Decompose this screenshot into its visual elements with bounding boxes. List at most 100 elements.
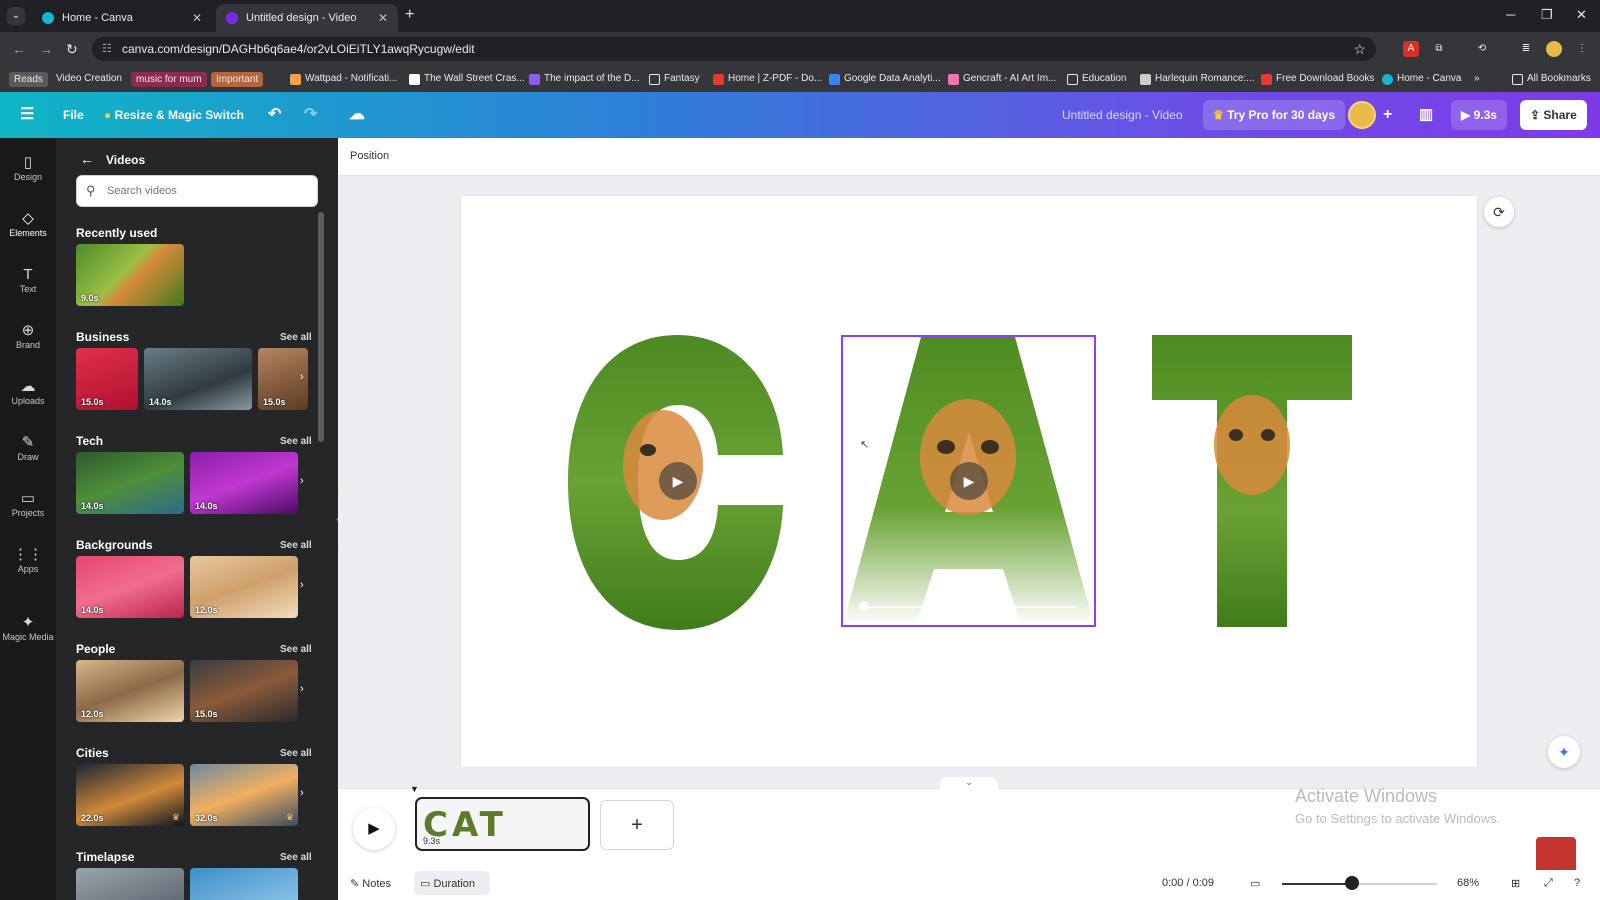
back-arrow-icon[interactable]: ←	[80, 151, 94, 167]
new-tab-plus-icon[interactable]: +	[405, 6, 414, 24]
regenerate-refresh-icon[interactable]: ⟳	[1484, 197, 1514, 227]
video-thumb[interactable]: 14.0s	[76, 556, 184, 618]
rail-item-projects[interactable]: ▭ Projects	[0, 484, 56, 532]
close-tab-icon[interactable]: ✕	[192, 11, 202, 25]
rail-item-design[interactable]: ▯ Design	[0, 148, 56, 196]
back-arrow-icon[interactable]: ←	[12, 41, 26, 57]
see-all-business[interactable]: See all	[280, 332, 312, 343]
video-thumb[interactable]: 15.0s	[76, 348, 138, 410]
close-window-icon[interactable]: ✕	[1576, 7, 1587, 23]
bookmark-wall-street[interactable]: The Wall Street Cras...	[409, 71, 525, 87]
see-all-cities[interactable]: See all	[280, 748, 312, 759]
bookmark-music-for-mum[interactable]: music for mum	[131, 71, 207, 87]
rail-item-brand[interactable]: ⊕ Brand	[0, 316, 56, 364]
bookmark-impact[interactable]: The impact of the D...	[529, 71, 640, 87]
bookmark-gencraft[interactable]: Gencraft - AI Art Im...	[948, 71, 1056, 87]
bookmark-video-creation[interactable]: Video Creation	[56, 71, 122, 87]
design-title[interactable]: Untitled design - Video	[1062, 92, 1183, 138]
history-icon[interactable]: ⟲	[1474, 41, 1490, 57]
video-thumb-cat[interactable]: 9.0s	[76, 244, 184, 306]
resize-magic-switch-button[interactable]: ● Resize & Magic Switch	[104, 92, 244, 138]
close-tab-icon[interactable]: ✕	[378, 11, 388, 25]
bookmark-education[interactable]: Education	[1067, 71, 1126, 87]
bookmark-important[interactable]: Important	[211, 71, 264, 87]
reload-icon[interactable]: ↻	[66, 41, 78, 58]
video-thumb[interactable]: 14.0s	[76, 452, 184, 514]
video-thumb[interactable]: 14.0s	[144, 348, 252, 410]
media-controls-icon[interactable]: ≣	[1518, 41, 1534, 57]
zoom-level[interactable]: 68%	[1457, 877, 1479, 889]
play-video-icon[interactable]: ▶	[950, 462, 988, 500]
see-all-tech[interactable]: See all	[280, 436, 312, 447]
bookmark-free-books[interactable]: Free Download Books	[1261, 71, 1374, 87]
insights-chart-icon[interactable]: ▥	[1419, 92, 1433, 138]
add-collaborator-icon[interactable]: +	[1383, 92, 1392, 138]
chevron-right-icon[interactable]: ›	[300, 371, 304, 383]
rail-item-elements[interactable]: ◇ Elements	[0, 204, 56, 252]
forward-arrow-icon[interactable]: →	[39, 41, 53, 57]
magic-assistant-sparkle-icon[interactable]: ✦	[1548, 736, 1580, 768]
add-page-button[interactable]: +	[600, 800, 674, 850]
chevron-right-icon[interactable]: ›	[300, 787, 304, 799]
duration-label[interactable]: ▭ Duration	[420, 877, 475, 890]
video-thumb[interactable]: 15.0s	[190, 660, 298, 722]
browser-tab-home-canva[interactable]: Home - Canva ✕	[32, 4, 212, 32]
video-thumb[interactable]	[190, 868, 298, 900]
tab-list-chevron-icon[interactable]: ⌄	[7, 7, 25, 25]
playhead-marker-icon[interactable]: ▼	[410, 784, 419, 794]
panel-scrollbar[interactable]	[318, 212, 324, 442]
rail-item-uploads[interactable]: ☁ Uploads	[0, 372, 56, 420]
site-info-icon[interactable]: ☷	[102, 43, 114, 55]
bookmark-home-canva[interactable]: Home - Canva	[1382, 71, 1461, 87]
share-button[interactable]: ⇪ Share	[1520, 100, 1587, 130]
grid-view-icon[interactable]: ⊞	[1511, 877, 1520, 890]
video-scrub-handle[interactable]	[859, 601, 869, 611]
chevron-right-icon[interactable]: ›	[300, 475, 304, 487]
bookmark-reads[interactable]: Reads	[9, 71, 48, 87]
see-all-timelapse[interactable]: See all	[280, 852, 312, 863]
rail-item-draw[interactable]: ✎ Draw	[0, 428, 56, 476]
undo-icon[interactable]: ↶	[268, 92, 281, 138]
video-thumb[interactable]	[76, 868, 184, 900]
chevron-right-icon[interactable]: ›	[300, 579, 304, 591]
extensions-puzzle-icon[interactable]: ⧉	[1431, 41, 1447, 57]
rail-item-apps[interactable]: ⋮⋮ Apps	[0, 540, 56, 588]
fullscreen-icon[interactable]: ⤢	[1544, 877, 1553, 890]
bookmark-google-data[interactable]: Google Data Analyti...	[829, 71, 941, 87]
url-field[interactable]: ☷ canva.com/design/DAGHb6q6ae4/or2vLOiEi…	[92, 37, 1376, 61]
file-menu[interactable]: File	[63, 92, 84, 138]
browser-menu-icon[interactable]: ⋮	[1574, 41, 1590, 57]
bookmark-harlequin[interactable]: Harlequin Romance:...	[1140, 71, 1255, 87]
video-thumb[interactable]: 14.0s	[190, 452, 298, 514]
timeline-clip[interactable]: CAT CAT 9.3s	[415, 797, 590, 851]
cloud-saved-icon[interactable]: ☁	[349, 92, 365, 138]
see-all-backgrounds[interactable]: See all	[280, 540, 312, 551]
help-icon[interactable]: ?	[1574, 877, 1580, 889]
video-thumb[interactable]: 12.0s	[76, 660, 184, 722]
bookmark-wattpad[interactable]: Wattpad - Notificati...	[290, 71, 397, 87]
video-scrub-track[interactable]	[861, 606, 1077, 608]
adblock-extension-icon[interactable]: A	[1403, 41, 1419, 57]
bookmark-fantasy[interactable]: Fantasy	[649, 71, 700, 87]
rail-item-magic-media[interactable]: ✦ Magic Media	[0, 608, 56, 656]
zoom-slider-handle[interactable]	[1344, 876, 1359, 890]
page-view-icon[interactable]: ▭	[1250, 877, 1260, 890]
position-button[interactable]: Position	[350, 150, 389, 162]
bookmark-zpdf[interactable]: Home | Z-PDF - Do...	[713, 71, 822, 87]
search-box[interactable]: ⚲	[76, 175, 318, 207]
play-video-icon[interactable]: ▶	[659, 462, 697, 500]
profile-avatar-icon[interactable]	[1546, 41, 1562, 57]
browser-tab-untitled-design[interactable]: Untitled design - Video ✕	[216, 4, 398, 32]
see-all-people[interactable]: See all	[280, 644, 312, 655]
all-bookmarks[interactable]: All Bookmarks	[1512, 71, 1591, 87]
video-thumb[interactable]: 22.0s ♛	[76, 764, 184, 826]
try-pro-button[interactable]: ♛ Try Pro for 30 days	[1203, 100, 1346, 130]
restore-icon[interactable]: ❐	[1541, 7, 1553, 23]
timeline-play-button[interactable]: ▶	[353, 808, 395, 850]
redo-icon[interactable]: ↷	[304, 92, 317, 138]
bookmark-star-icon[interactable]: ☆	[1353, 37, 1366, 61]
video-thumb[interactable]: 32.0s ♛	[190, 764, 298, 826]
minimize-icon[interactable]: ─	[1506, 7, 1515, 22]
bookmarks-overflow-icon[interactable]: »	[1474, 71, 1480, 87]
present-play-button[interactable]: ▶ 9.3s	[1451, 100, 1507, 130]
